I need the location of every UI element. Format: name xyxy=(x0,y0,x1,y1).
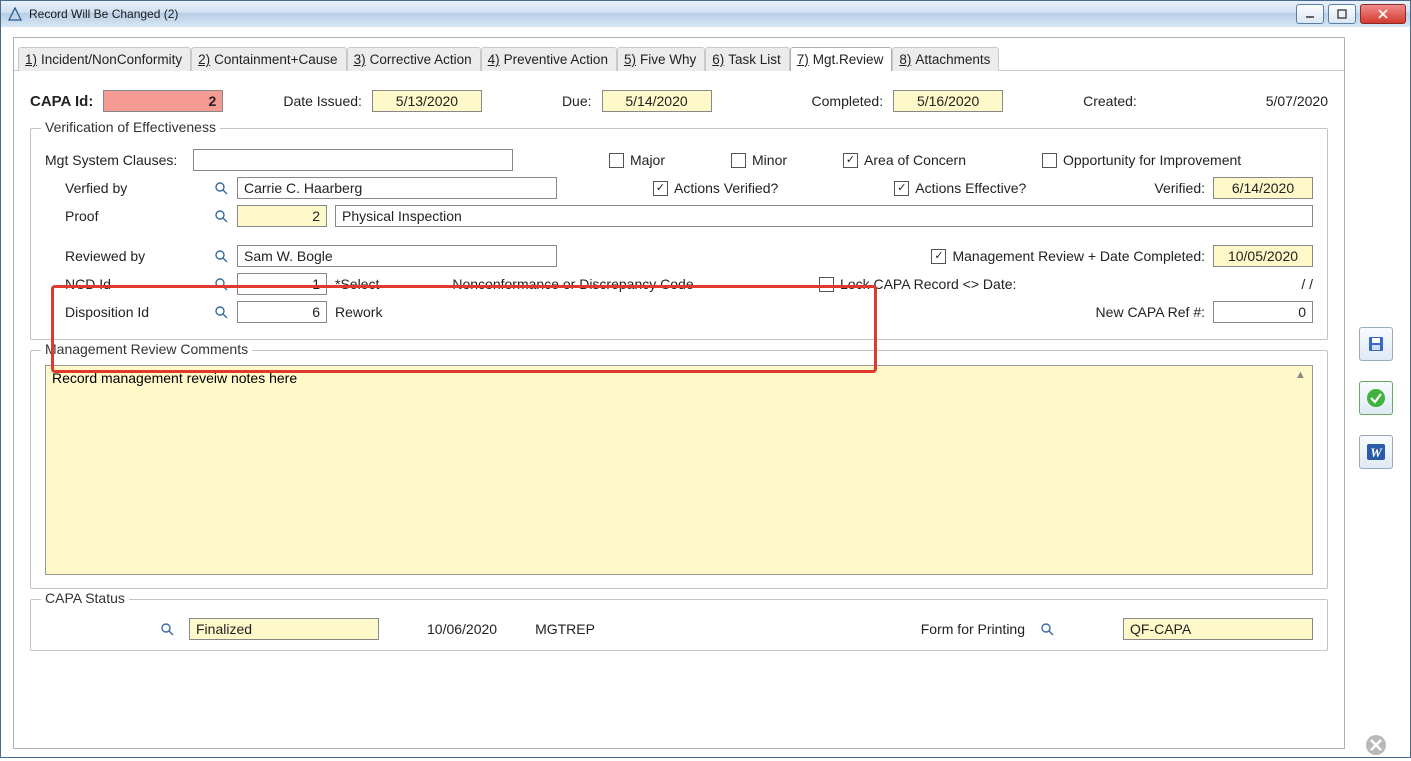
tab-tasklist[interactable]: 6)Task List xyxy=(705,47,790,71)
reviewed-by-lookup-icon[interactable] xyxy=(213,248,229,264)
reviewed-by-field[interactable]: Sam W. Bogle xyxy=(237,245,557,267)
ncd-select-label: *Select xyxy=(335,276,395,292)
date-issued-field[interactable]: 5/13/2020 xyxy=(372,90,482,112)
major-checkbox[interactable]: Major xyxy=(609,152,665,168)
verification-legend: Verification of Effectiveness xyxy=(41,119,220,135)
new-ref-field[interactable]: 0 xyxy=(1213,301,1313,323)
dispo-lookup-icon[interactable] xyxy=(213,304,229,320)
form-area: CAPA Id: 2 Date Issued: 5/13/2020 Due: 5… xyxy=(14,74,1344,748)
status-code: MGTREP xyxy=(535,621,595,637)
actions-effective-checkbox[interactable]: Actions Effective? xyxy=(894,180,1026,196)
comments-textarea[interactable] xyxy=(45,365,1313,575)
form-print-label: Form for Printing xyxy=(921,621,1025,637)
tab-mgtreview[interactable]: 7)Mgt.Review xyxy=(790,47,893,71)
verified-by-field[interactable]: Carrie C. Haarberg xyxy=(237,177,557,199)
side-toolbar: W xyxy=(1356,327,1396,761)
client-area: 1)Incident/NonConformity 2)Containment+C… xyxy=(1,27,1410,757)
comments-group: Management Review Comments ▲ xyxy=(30,350,1328,589)
status-group: CAPA Status Finalized 10/06/2020 MGTREP … xyxy=(30,599,1328,651)
verification-group: Verification of Effectiveness Mgt System… xyxy=(30,128,1328,340)
ncd-id-label: NCD Id xyxy=(45,276,205,292)
ok-button[interactable] xyxy=(1359,381,1393,415)
minor-checkbox[interactable]: Minor xyxy=(731,152,787,168)
verified-date-field[interactable]: 6/14/2020 xyxy=(1213,177,1313,199)
verified-date-label: Verified: xyxy=(1154,180,1205,196)
form-print-lookup-icon[interactable] xyxy=(1039,621,1055,637)
form-panel: 1)Incident/NonConformity 2)Containment+C… xyxy=(13,37,1345,749)
titlebar: Record Will Be Changed (2) xyxy=(1,1,1410,28)
svg-text:W: W xyxy=(1370,445,1383,460)
lock-date-value: / / xyxy=(1301,276,1313,292)
status-date: 10/06/2020 xyxy=(427,621,497,637)
summary-row: CAPA Id: 2 Date Issued: 5/13/2020 Due: 5… xyxy=(30,90,1328,112)
save-button[interactable] xyxy=(1359,327,1393,361)
tab-containment[interactable]: 2)Containment+Cause xyxy=(191,47,346,71)
proof-id-field[interactable]: 2 xyxy=(237,205,327,227)
dispo-id-label: Disposition Id xyxy=(45,304,205,320)
created-value: 5/07/2020 xyxy=(1266,93,1328,109)
mgt-review-date-field[interactable]: 10/05/2020 xyxy=(1213,245,1313,267)
comments-legend: Management Review Comments xyxy=(41,341,252,357)
due-field[interactable]: 5/14/2020 xyxy=(602,90,712,112)
ncd-id-field[interactable]: 1 xyxy=(237,273,327,295)
completed-field[interactable]: 5/16/2020 xyxy=(893,90,1003,112)
scroll-up-icon[interactable]: ▲ xyxy=(1295,369,1309,383)
ncd-desc: Nonconformance or Discrepancy Code xyxy=(403,276,743,292)
tab-fivewhy[interactable]: 5)Five Why xyxy=(617,47,705,71)
word-export-button[interactable]: W xyxy=(1359,435,1393,469)
status-legend: CAPA Status xyxy=(41,590,129,606)
maximize-button[interactable] xyxy=(1328,4,1356,24)
lock-checkbox[interactable]: Lock CAPA Record <> Date: xyxy=(819,276,1016,292)
proof-label: Proof xyxy=(45,208,205,224)
tab-corrective[interactable]: 3)Corrective Action xyxy=(347,47,481,71)
checkmark-circle-icon xyxy=(1366,388,1386,408)
completed-label: Completed: xyxy=(812,93,884,109)
dispo-id-field[interactable]: 6 xyxy=(237,301,327,323)
cancel-button[interactable] xyxy=(1360,729,1392,761)
dispo-desc: Rework xyxy=(335,304,435,320)
close-button[interactable] xyxy=(1360,4,1406,24)
clauses-field[interactable] xyxy=(193,149,513,171)
tab-preventive[interactable]: 4)Preventive Action xyxy=(481,47,617,71)
app-window: Record Will Be Changed (2) 1)Incident/No… xyxy=(0,0,1411,758)
window-buttons xyxy=(1292,4,1410,24)
capa-id-field[interactable]: 2 xyxy=(103,90,223,112)
save-icon xyxy=(1367,335,1385,353)
new-ref-label: New CAPA Ref #: xyxy=(1096,304,1205,320)
status-field[interactable]: Finalized xyxy=(189,618,379,640)
verified-by-lookup-icon[interactable] xyxy=(213,180,229,196)
tab-incident[interactable]: 1)Incident/NonConformity xyxy=(18,47,191,71)
mgt-review-done-checkbox[interactable]: Management Review + Date Completed: xyxy=(931,248,1205,264)
form-print-field[interactable]: QF-CAPA xyxy=(1123,618,1313,640)
capa-id-label: CAPA Id: xyxy=(30,93,93,110)
due-label: Due: xyxy=(562,93,592,109)
aoc-checkbox[interactable]: Area of Concern xyxy=(843,152,966,168)
proof-desc-field[interactable]: Physical Inspection xyxy=(335,205,1313,227)
minimize-button[interactable] xyxy=(1296,4,1324,24)
ncd-lookup-icon[interactable] xyxy=(213,276,229,292)
created-label: Created: xyxy=(1083,93,1137,109)
status-lookup-icon[interactable] xyxy=(159,621,175,637)
reviewed-by-label: Reviewed by xyxy=(45,248,205,264)
date-issued-label: Date Issued: xyxy=(283,93,362,109)
tab-attachments[interactable]: 8)Attachments xyxy=(892,47,999,71)
window-title: Record Will Be Changed (2) xyxy=(29,7,1292,21)
cancel-circle-icon xyxy=(1365,734,1387,756)
actions-verified-checkbox[interactable]: Actions Verified? xyxy=(653,180,778,196)
app-icon xyxy=(7,6,23,22)
verified-by-label: Verfied by xyxy=(45,180,205,196)
tab-strip: 1)Incident/NonConformity 2)Containment+C… xyxy=(14,42,1344,71)
word-icon: W xyxy=(1366,442,1386,462)
ofi-checkbox[interactable]: Opportunity for Improvement xyxy=(1042,152,1241,168)
proof-lookup-icon[interactable] xyxy=(213,208,229,224)
clauses-label: Mgt System Clauses: xyxy=(45,152,185,168)
